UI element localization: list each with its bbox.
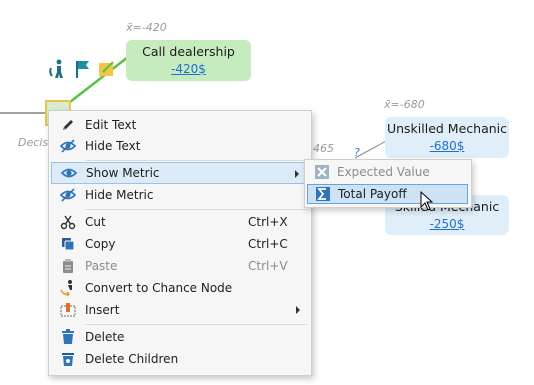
submenu-item-label: Expected Value — [337, 165, 430, 179]
menu-item-edit-text[interactable]: Edit Text — [51, 114, 308, 136]
menu-item-delete[interactable]: Delete — [51, 326, 308, 348]
menu-item-show-metric[interactable]: Show Metric — [51, 162, 308, 184]
x-icon — [307, 164, 337, 180]
convert-icon — [51, 279, 85, 297]
trash-icon — [51, 329, 85, 345]
menu-item-insert[interactable]: Insert — [51, 299, 308, 321]
menu-item-paste[interactable]: Paste Ctrl+V — [51, 255, 308, 277]
menu-separator — [85, 209, 307, 210]
pencil-icon — [51, 117, 85, 133]
context-menu: Edit Text Hide Text Show Metric Hide Met… — [48, 110, 312, 376]
chance-question-mark: ? — [354, 146, 360, 159]
clipboard-icon — [51, 258, 85, 274]
sigma-icon — [308, 186, 338, 202]
trash-children-icon — [51, 351, 85, 367]
copy-icon — [51, 236, 85, 252]
show-metric-submenu: Expected Value Total Payoff — [304, 159, 472, 208]
call-node-title: Call dealership — [142, 44, 235, 59]
menu-item-label: Hide Metric — [85, 188, 154, 202]
submenu-arrow-icon — [295, 170, 299, 178]
menu-item-hide-text[interactable]: Hide Text — [51, 135, 308, 157]
menu-item-delete-children[interactable]: Delete Children — [51, 348, 308, 370]
unskilled-node-value[interactable]: -680$ — [385, 139, 509, 153]
menu-separator — [85, 160, 307, 161]
submenu-item-label: Total Payoff — [338, 187, 407, 201]
note-icon[interactable] — [98, 60, 116, 78]
menu-item-label: Delete — [85, 330, 125, 344]
unskilled-node-title: Unskilled Mechanic — [386, 121, 508, 136]
chance-person-icon[interactable] — [48, 59, 66, 79]
call-dealership-node[interactable]: Call dealership -420$ — [126, 40, 251, 81]
submenu-arrow-icon — [296, 306, 300, 314]
menu-item-hide-metric[interactable]: Hide Metric — [51, 184, 308, 206]
menu-item-shortcut: Ctrl+C — [248, 237, 288, 251]
submenu-item-expected-value[interactable]: Expected Value — [307, 162, 468, 182]
call-node-ev: x̄=-420 — [126, 21, 167, 34]
menu-item-copy[interactable]: Copy Ctrl+C — [51, 233, 308, 255]
eye-icon — [52, 165, 86, 181]
menu-item-label: Delete Children — [85, 352, 179, 366]
submenu-item-total-payoff[interactable]: Total Payoff — [307, 184, 468, 204]
menu-item-label: Cut — [85, 215, 106, 229]
insert-icon — [51, 302, 85, 318]
menu-separator — [85, 324, 307, 325]
call-node-value[interactable]: -420$ — [126, 62, 251, 76]
menu-item-label: Edit Text — [85, 118, 137, 132]
node-toolbar — [48, 58, 128, 80]
menu-item-label: Copy — [85, 237, 116, 251]
menu-item-label: Show Metric — [86, 166, 160, 180]
unskilled-mechanic-node[interactable]: Unskilled Mechanic -680$ — [385, 117, 509, 158]
flag-icon[interactable] — [73, 59, 91, 79]
menu-item-shortcut: Ctrl+V — [248, 259, 288, 273]
menu-item-label: Convert to Chance Node — [85, 281, 233, 295]
menu-item-convert-chance[interactable]: Convert to Chance Node — [51, 277, 308, 299]
mouse-cursor-icon — [420, 191, 434, 211]
menu-item-cut[interactable]: Cut Ctrl+X — [51, 211, 308, 233]
eye-slash-icon — [51, 138, 85, 154]
scissors-icon — [51, 214, 85, 230]
menu-item-label: Insert — [85, 303, 120, 317]
edge-label: 465 — [313, 142, 334, 155]
skilled-node-value[interactable]: -250$ — [385, 217, 509, 231]
eye-slash-icon — [51, 187, 85, 203]
menu-item-label: Paste — [85, 259, 118, 273]
menu-item-label: Hide Text — [85, 139, 141, 153]
menu-item-shortcut: Ctrl+X — [248, 215, 288, 229]
unskilled-node-ev: x̄=-680 — [384, 98, 425, 111]
